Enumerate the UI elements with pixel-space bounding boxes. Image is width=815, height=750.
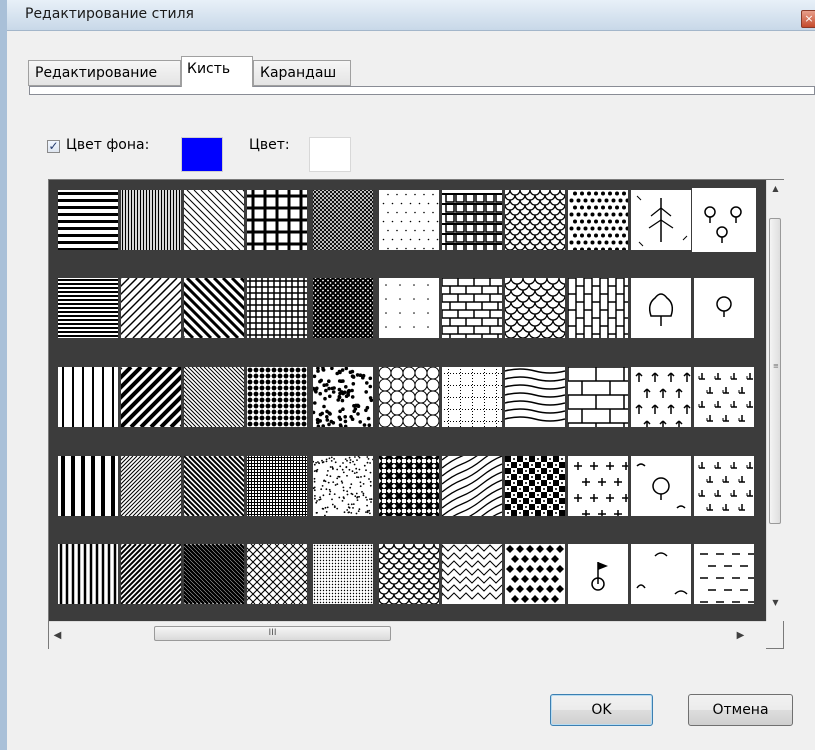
pattern-swatch-diagonal-lines-left-thick[interactable]: [184, 278, 244, 338]
pattern-swatch-dashes[interactable]: [694, 544, 754, 604]
pattern-swatch-diagonal-lines-left[interactable]: [184, 456, 244, 516]
pattern-swatch-tree-icon[interactable]: [694, 278, 754, 338]
close-icon[interactable]: ×: [801, 10, 815, 28]
ok-button[interactable]: OK: [550, 694, 653, 726]
scroll-down-icon[interactable]: ▼: [767, 594, 784, 611]
horizontal-scrollbar[interactable]: ◀ III ▶: [49, 621, 766, 649]
scroll-right-icon[interactable]: ▶: [732, 622, 749, 649]
pattern-swatch-brick-grid[interactable]: [442, 190, 502, 250]
cancel-button[interactable]: Отмена: [688, 694, 793, 726]
pattern-swatch-dots-sparse[interactable]: [379, 190, 439, 250]
pattern-swatch-dotted-grid[interactable]: [442, 367, 502, 427]
pattern-swatch-diamonds[interactable]: [505, 544, 565, 604]
pattern-swatch-circles[interactable]: [379, 367, 439, 427]
window-title: Редактирование стиля: [25, 6, 194, 22]
pattern-swatch-diamond-grid[interactable]: [247, 544, 307, 604]
pattern-swatch-brick-vertical[interactable]: [568, 278, 628, 338]
pattern-swatch-dots-fine-random[interactable]: [313, 456, 373, 516]
scrollbar-corner: [766, 621, 783, 648]
pattern-swatch-flag-symbol[interactable]: [568, 544, 628, 604]
pattern-swatch-vertical-lines[interactable]: [58, 367, 118, 427]
pattern-swatch-grid-fine[interactable]: [247, 456, 307, 516]
title-bar: Редактирование стиля ×: [7, 0, 815, 31]
vertical-scroll-thumb[interactable]: ≡: [769, 218, 781, 524]
vertical-scrollbar[interactable]: ▲ ≡ ▼: [766, 180, 784, 621]
pattern-swatch-weave[interactable]: [379, 456, 439, 516]
pattern-swatch-diagonal-lines-fine[interactable]: [184, 367, 244, 427]
scroll-up-icon[interactable]: ▲: [767, 180, 784, 197]
background-color-swatch[interactable]: [181, 137, 223, 172]
pattern-swatch-dots-very-sparse[interactable]: [379, 278, 439, 338]
horizontal-scroll-thumb[interactable]: III: [154, 626, 391, 641]
pattern-swatch-brick[interactable]: [442, 278, 502, 338]
pattern-swatch-waves-ticks[interactable]: [505, 367, 565, 427]
pattern-swatch-checker-blocks[interactable]: [505, 456, 565, 516]
pattern-swatch-plus-marks[interactable]: [568, 456, 628, 516]
pattern-swatch-vertical-lines-thick[interactable]: [58, 456, 118, 516]
pattern-swatch-grid-medium[interactable]: [247, 278, 307, 338]
scroll-left-icon[interactable]: ◀: [49, 622, 66, 649]
pattern-swatch-waves-diagonal[interactable]: [442, 456, 502, 516]
pattern-swatch-diagonal-lines-right[interactable]: [121, 278, 181, 338]
pattern-swatch-vertical-lines-dense[interactable]: [121, 190, 181, 250]
pattern-swatch-diagonal-lines-dense-left[interactable]: [184, 544, 244, 604]
style-edit-dialog: Редактирование стиля × Редактирование Ки…: [0, 0, 815, 750]
pattern-swatch-vertical-lines-medium[interactable]: [58, 544, 118, 604]
pattern-swatch-arrows-up[interactable]: [631, 367, 691, 427]
pattern-swatch-zigzag[interactable]: [442, 544, 502, 604]
pattern-picker: ▲ ≡ ▼ ◀ III ▶: [48, 179, 784, 649]
pattern-swatch-checker-fine[interactable]: [313, 278, 373, 338]
pattern-swatch-dots-grid[interactable]: [568, 190, 628, 250]
pattern-swatch-wave-scale[interactable]: [505, 190, 565, 250]
pattern-swatch-fishscale[interactable]: [379, 544, 439, 604]
pattern-swatch-crosshatch-dense[interactable]: [313, 190, 373, 250]
background-color-label: Цвет фона:: [66, 137, 150, 153]
pattern-swatch-grid-large[interactable]: [247, 190, 307, 250]
pattern-swatch-scales[interactable]: [505, 278, 565, 338]
background-color-checkbox[interactable]: ✓: [47, 140, 60, 153]
pattern-swatch-diagonal-lines-dense-right[interactable]: [121, 544, 181, 604]
tab-editing[interactable]: Редактирование: [28, 60, 181, 86]
pattern-swatch-horizontal-lines-dense[interactable]: [58, 278, 118, 338]
pattern-swatch-shrubs[interactable]: [631, 456, 691, 516]
pattern-swatch-diagonal-lines-right-thick[interactable]: [121, 367, 181, 427]
pattern-swatch-diagonal-lines-fine-right[interactable]: [121, 456, 181, 516]
pattern-swatch-tree-sketch[interactable]: [631, 190, 691, 250]
pattern-swatch-trees-small[interactable]: [692, 188, 756, 252]
pattern-swatch-horizontal-lines-wide[interactable]: [58, 190, 118, 250]
pattern-swatch-dots-very-fine[interactable]: [313, 544, 373, 604]
pattern-swatch-shrubs-sparse[interactable]: [631, 544, 691, 604]
pattern-swatch-grass-marks[interactable]: [694, 456, 754, 516]
pattern-swatch-brick-large[interactable]: [568, 367, 628, 427]
pattern-swatch-dots-large[interactable]: [247, 367, 307, 427]
grip-icon: ≡: [773, 362, 779, 370]
pattern-grid: [49, 180, 766, 621]
color-swatch[interactable]: [309, 137, 351, 172]
tab-brush[interactable]: Кисть: [181, 56, 253, 87]
tab-panel: [29, 86, 815, 95]
pattern-swatch-bush[interactable]: [631, 278, 691, 338]
pattern-swatch-grass-tufts[interactable]: [694, 367, 754, 427]
tab-pencil[interactable]: Карандаш: [253, 60, 351, 86]
pattern-swatch-dots-random[interactable]: [313, 367, 373, 427]
pattern-swatch-diagonal-lines-thin[interactable]: [184, 190, 244, 250]
color-label: Цвет:: [249, 137, 290, 153]
